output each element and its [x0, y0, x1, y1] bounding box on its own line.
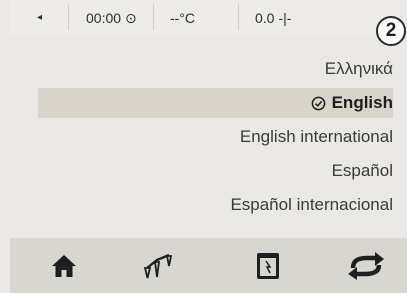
status-divider	[238, 4, 239, 30]
status-divider	[153, 4, 154, 30]
home-icon[interactable]	[44, 250, 84, 282]
value-readout: 0.0 -|-	[255, 9, 291, 27]
language-label: English	[331, 93, 393, 112]
language-label: Ελληνικά	[324, 59, 393, 78]
language-item-spanish-international[interactable]: Español internacional	[230, 190, 393, 220]
language-label: Español internacional	[230, 195, 393, 214]
language-label: English international	[239, 127, 393, 146]
language-item-english-international[interactable]: English international	[240, 122, 393, 152]
check-circle-icon	[311, 96, 325, 111]
language-item-spanish[interactable]: Español	[332, 156, 393, 186]
temperature-readout: --°C	[170, 10, 196, 26]
step-badge: 2	[376, 16, 406, 46]
value-number: 0.0	[255, 10, 275, 26]
language-item-greek[interactable]: Ελληνικά	[325, 54, 393, 84]
time-value: 00:00	[86, 10, 122, 26]
language-item-english-selected[interactable]: English	[38, 88, 393, 118]
status-bar: ◂ 00:00 ⊙ --°C 0.0 -|-	[10, 0, 400, 34]
time-readout: 00:00 ⊙	[86, 9, 137, 27]
screen: ◂ 00:00 ⊙ --°C 0.0 -|- 2 Ελληνικά English …	[0, 0, 407, 293]
back-icon[interactable]: ◂	[37, 9, 42, 27]
device-icon[interactable]	[248, 250, 288, 282]
clock-icon: ⊙	[125, 10, 137, 26]
language-label: Español	[331, 161, 393, 180]
bottom-nav-bar	[10, 238, 407, 293]
scale-icon[interactable]	[138, 250, 178, 282]
status-divider	[68, 4, 69, 30]
balance-icon: -|-	[278, 10, 292, 26]
swap-icon[interactable]	[346, 250, 386, 282]
